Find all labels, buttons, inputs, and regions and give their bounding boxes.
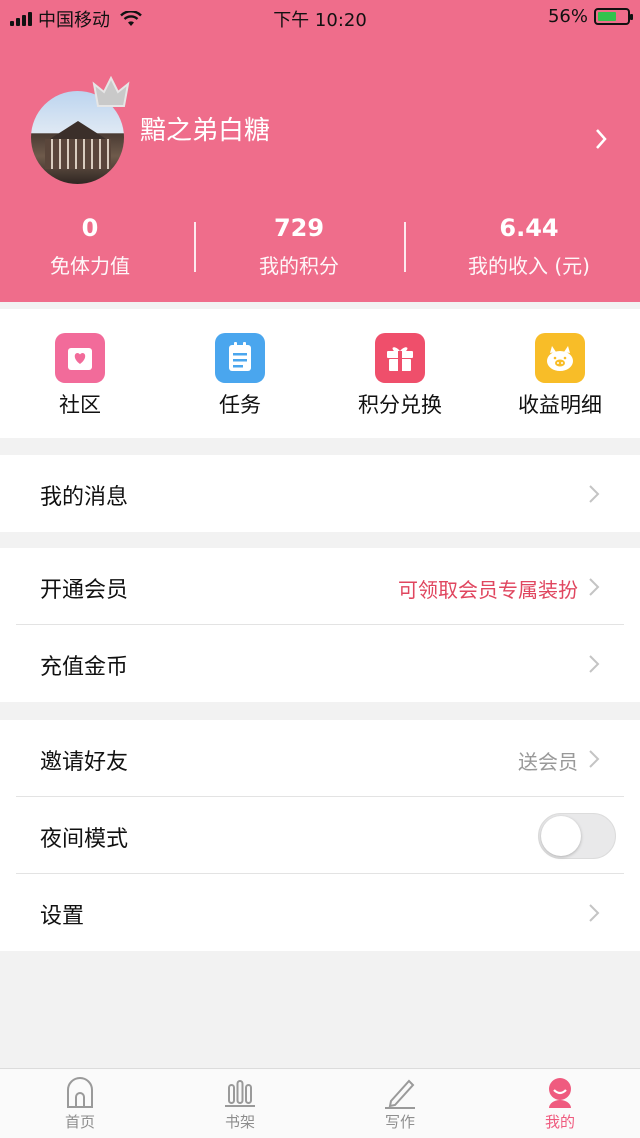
stat-label: 我的收入 (元) <box>468 254 590 278</box>
quick-task[interactable]: 任务 <box>165 333 315 419</box>
tab-label: 书架 <box>224 1113 255 1131</box>
menu-row-settings[interactable]: 设置 <box>0 874 640 951</box>
crown-icon <box>92 76 130 107</box>
chevron-right-icon <box>589 750 600 768</box>
tab-label: 我的 <box>544 1113 575 1131</box>
task-icon <box>215 333 265 383</box>
username[interactable]: 黯之弟白糖 <box>140 110 270 147</box>
status-bar: 中国移动 下午 10:20 56% <box>0 0 640 34</box>
chevron-right-icon <box>589 655 600 673</box>
bookshelf-icon <box>225 1080 255 1107</box>
quick-points-exchange[interactable]: 积分兑换 <box>325 333 475 419</box>
stat-income[interactable]: 6.44 我的收入 (元) <box>434 214 624 279</box>
row-label: 开通会员 <box>40 578 129 603</box>
battery-icon <box>594 8 633 25</box>
row-label: 邀请好友 <box>40 750 129 775</box>
menu-row-night-mode: 夜间模式 <box>0 797 640 874</box>
battery-percent: 56% <box>547 6 588 27</box>
gift-icon <box>375 333 425 383</box>
night-mode-toggle[interactable] <box>538 813 616 859</box>
home-icon <box>67 1077 93 1108</box>
community-icon <box>55 333 105 383</box>
menu-row-vip[interactable]: 开通会员 可领取会员专属装扮 <box>0 548 640 625</box>
tab-profile[interactable]: 我的 <box>515 1075 605 1132</box>
quick-community[interactable]: 社区 <box>5 333 155 419</box>
tab-write[interactable]: 写作 <box>355 1075 445 1132</box>
invite-hint: 送会员 <box>518 750 578 774</box>
row-label: 我的消息 <box>40 485 129 510</box>
row-label: 设置 <box>40 904 85 929</box>
stat-label: 我的积分 <box>259 254 339 278</box>
stat-value: 0 <box>81 214 99 242</box>
stat-value: 729 <box>273 214 325 242</box>
menu-row-invite[interactable]: 邀请好友 送会员 <box>0 720 640 797</box>
status-time: 下午 10:20 <box>273 10 367 31</box>
chevron-right-icon[interactable] <box>594 128 608 150</box>
quick-actions: 社区 任务 积分兑换 收益明细 <box>0 309 640 438</box>
stat-stamina[interactable]: 0 免体力值 <box>0 214 185 279</box>
tab-bar: 首页 书架 写作 我的 <box>0 1068 640 1138</box>
section-messages: 我的消息 <box>0 455 640 532</box>
chevron-right-icon <box>589 904 600 922</box>
quick-label: 社区 <box>59 393 101 417</box>
tab-label: 写作 <box>384 1113 415 1131</box>
chevron-right-icon <box>589 578 600 596</box>
vip-hint: 可领取会员专属装扮 <box>398 578 578 602</box>
quick-label: 收益明细 <box>518 393 602 417</box>
stat-divider <box>194 222 196 272</box>
tab-bookshelf[interactable]: 书架 <box>195 1075 285 1132</box>
profile-header: 中国移动 下午 10:20 56% 黯之弟白糖 0 免体力值 729 我的积分 … <box>0 0 640 302</box>
section-vip: 开通会员 可领取会员专属装扮 充值金币 <box>0 548 640 702</box>
stat-value: 6.44 <box>499 214 559 242</box>
menu-row-messages[interactable]: 我的消息 <box>0 455 640 532</box>
stat-divider <box>404 222 406 272</box>
pen-icon <box>385 1079 415 1109</box>
piggy-bank-icon <box>535 333 585 383</box>
stat-label: 免体力值 <box>50 254 130 278</box>
quick-income-details[interactable]: 收益明细 <box>485 333 635 419</box>
chevron-right-icon <box>589 485 600 503</box>
tab-home[interactable]: 首页 <box>35 1075 125 1132</box>
row-label: 充值金币 <box>40 655 129 680</box>
tab-label: 首页 <box>64 1113 95 1131</box>
section-settings: 邀请好友 送会员 夜间模式 设置 <box>0 720 640 951</box>
menu-row-recharge[interactable]: 充值金币 <box>0 625 640 702</box>
stat-points[interactable]: 729 我的积分 <box>204 214 394 279</box>
toggle-knob <box>541 816 581 856</box>
row-label: 夜间模式 <box>40 827 129 852</box>
quick-label: 积分兑换 <box>358 393 442 417</box>
quick-label: 任务 <box>219 393 261 417</box>
profile-icon <box>549 1078 571 1108</box>
